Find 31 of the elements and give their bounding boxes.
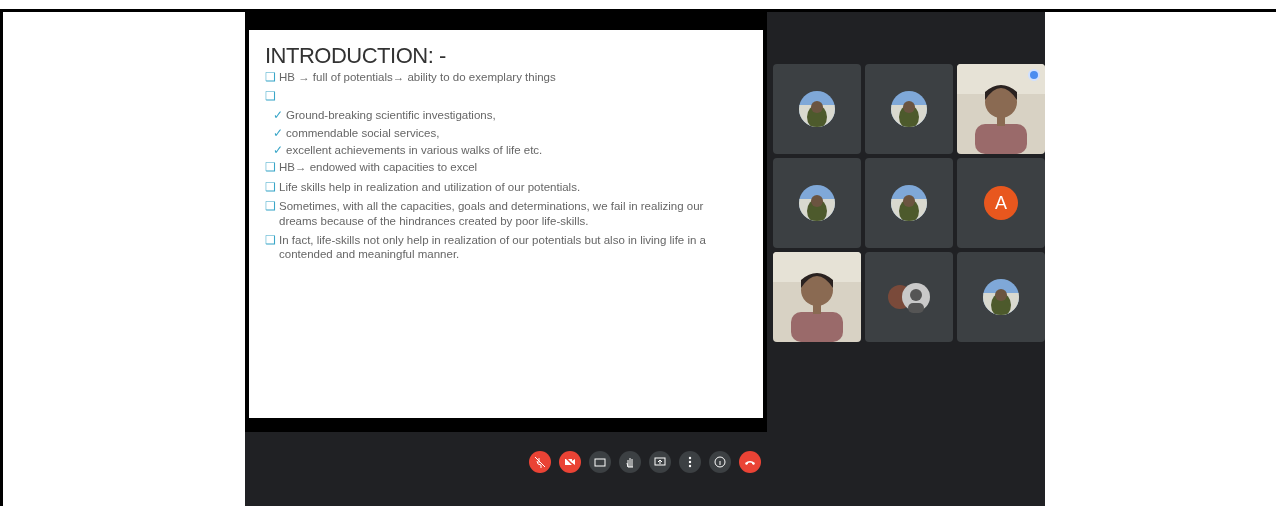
present-icon: [653, 455, 667, 469]
bullet-mark: ❑: [265, 232, 276, 248]
slide-title: INTRODUCTION: -: [265, 42, 447, 70]
camera-button[interactable]: [559, 451, 581, 473]
captions-button[interactable]: [589, 451, 611, 473]
bullet-mark: ❑: [265, 179, 276, 195]
avatar: A: [984, 186, 1018, 220]
bullet-text: HB→ endowed with capacities to excel: [279, 160, 478, 175]
sub-point-text: excellent achievements in various walks of life etc.: [286, 143, 543, 158]
bullet-text: Sometimes, with all the capacities, goals and determinations, we fail in realizing our dreams because of the hindrances created by poor life-skills.: [279, 199, 705, 228]
more-button[interactable]: [679, 451, 701, 473]
bullet-mark: ❑: [265, 199, 276, 215]
info-icon: [713, 455, 727, 469]
check-mark: ✓: [273, 125, 283, 140]
sub-point-text: commendable social services,: [286, 125, 440, 140]
bullet-mark: ❑: [265, 160, 276, 175]
microphone-button[interactable]: [529, 451, 551, 473]
check-mark: ✓: [273, 108, 283, 123]
microphone-icon: [533, 455, 547, 469]
bullet-text: In fact, life-skills not only help in realization of our potentials but also in living life in a contended and meaningful manner.: [279, 232, 707, 262]
info-button[interactable]: [709, 451, 731, 473]
present-button[interactable]: [649, 451, 671, 473]
bullet-text: HB → full of potentials→ ability to do exemplary things: [279, 69, 556, 84]
sub-point-text: Ground-breaking scientific investigations,: [286, 108, 496, 123]
bullet-mark: ❑: [265, 69, 276, 84]
bullet-text: Life skills help in realization and utilization of our potentials.: [279, 179, 581, 195]
hand-button[interactable]: [619, 451, 641, 473]
captions-icon: [593, 455, 607, 469]
check-mark: ✓: [273, 143, 283, 158]
bullet-mark: ❑: [265, 88, 276, 104]
phone-button[interactable]: [739, 451, 761, 473]
